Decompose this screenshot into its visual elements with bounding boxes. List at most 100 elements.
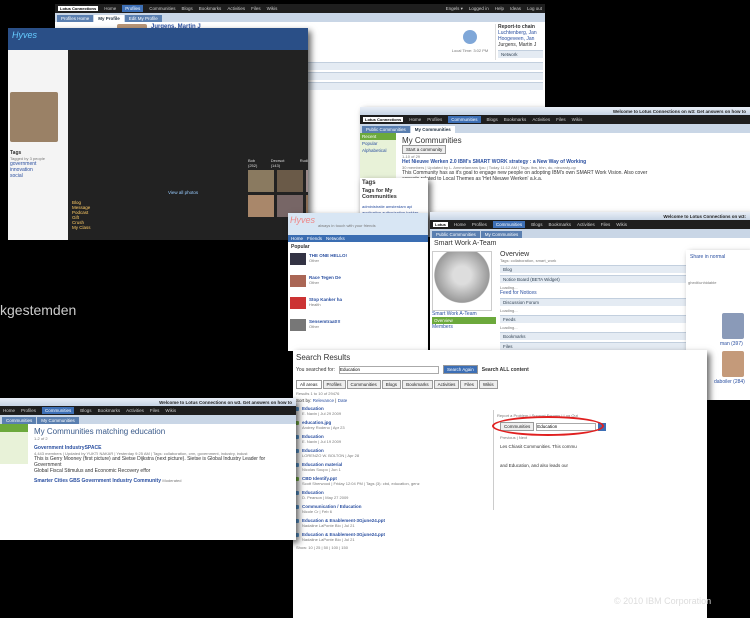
search-result[interactable]: Education E. Navin | Jul 19 2009 xyxy=(293,433,493,445)
hyves-list-item[interactable]: Race Tegen De Other xyxy=(288,274,428,288)
c-nav-files[interactable]: Files xyxy=(556,117,566,122)
s-nav-communities[interactable]: Communities xyxy=(492,221,526,228)
view-all-photos[interactable]: View all photos xyxy=(168,190,198,195)
lang-link[interactable]: Engels ▾ xyxy=(446,6,463,12)
search-result[interactable]: Education material Nicolas Soupo | Jun 1 xyxy=(293,461,493,473)
m-nav-wikis[interactable]: Wikis xyxy=(165,408,176,413)
search-tab-communities[interactable]: Communities xyxy=(346,380,381,389)
m-tab-my[interactable]: My Communities xyxy=(37,417,79,424)
hyves-nav-networks[interactable]: Networks xyxy=(326,236,345,241)
m-nav-activities[interactable]: Activities xyxy=(126,408,144,413)
side-recent[interactable]: Recent xyxy=(360,133,396,140)
hyves-nav-friends[interactable]: Friends xyxy=(307,236,322,241)
search-result[interactable]: Education & Enablement-3Gjune24.ppt Nadal… xyxy=(293,531,493,543)
ideas-link[interactable]: Ideas xyxy=(510,6,521,11)
tag-cloud-item[interactable]: api xyxy=(407,204,412,209)
c-nav-wikis[interactable]: Wikis xyxy=(572,117,583,122)
start-community-button[interactable]: Start a community xyxy=(402,145,447,154)
entry2-badge: Moderated xyxy=(162,478,182,483)
hyves-list-item[interactable]: Stop Kanker ha Health xyxy=(288,296,428,310)
nav-files[interactable]: Files xyxy=(251,6,261,11)
s-tab-public[interactable]: Public Communities xyxy=(432,231,480,238)
hyves-list-item[interactable]: THE ONE HELLO! Other xyxy=(288,252,428,266)
s-tab-my[interactable]: My Communities xyxy=(480,231,523,238)
search-again-button[interactable]: Search Again xyxy=(443,365,478,374)
mycomm-side-active[interactable] xyxy=(0,424,28,432)
tag-cloud-item[interactable]: amsterdam xyxy=(386,204,407,209)
search-pager[interactable]: Show: 10 | 25 | 50 | 100 | 150 xyxy=(296,545,704,550)
side-alphabetical[interactable]: Alphabetical xyxy=(360,147,396,154)
search-tab-blogs[interactable]: Blogs xyxy=(381,380,402,389)
nav-bookmarks[interactable]: Bookmarks xyxy=(199,6,222,11)
m-tab-communities[interactable]: Communities xyxy=(2,417,37,424)
people-share[interactable]: Share in normal xyxy=(690,254,746,260)
search-tab-activities[interactable]: Activities xyxy=(433,380,460,389)
entry2-title[interactable]: Smarter Cities GBS Government Industry C… xyxy=(34,478,161,484)
nav-activities[interactable]: Activities xyxy=(227,6,245,11)
c-nav-activities[interactable]: Activities xyxy=(532,117,550,122)
nav-wikis[interactable]: Wikis xyxy=(267,6,278,11)
person-name-0[interactable]: man (397) xyxy=(720,341,750,347)
s-nav-files[interactable]: Files xyxy=(601,222,611,227)
sort-relevance[interactable]: Relevance xyxy=(313,398,334,403)
search-result[interactable]: Education & Enablement-3Gjune24.ppt Nadal… xyxy=(293,517,493,529)
logout-link[interactable]: Log out xyxy=(527,6,542,11)
tab-my-profile[interactable]: My Profile xyxy=(94,15,124,22)
nav-blogs[interactable]: Blogs xyxy=(182,6,193,11)
hyves-list-item[interactable]: Sensemtraat!!! Other xyxy=(288,318,428,332)
search-tab-files[interactable]: Files xyxy=(460,380,478,389)
sort-date[interactable]: Date xyxy=(338,398,348,403)
search-query-input[interactable] xyxy=(339,365,440,374)
person-name-1[interactable]: daboiler (284) xyxy=(714,379,750,385)
m-nav-bookmarks[interactable]: Bookmarks xyxy=(98,408,121,413)
left-nav-2[interactable]: Members xyxy=(432,324,496,330)
c-nav-bookmarks[interactable]: Bookmarks xyxy=(504,117,527,122)
tab-profiles-home[interactable]: Profiles Home xyxy=(57,15,94,22)
m-nav-home[interactable]: Home xyxy=(3,408,15,413)
s-nav-home[interactable]: Home xyxy=(454,222,466,227)
left-nav-1[interactable]: Overview xyxy=(432,317,496,324)
search-result[interactable]: Education LORENZO W. BOLTON | Apr 28 xyxy=(293,447,493,459)
photo-thumb-3[interactable] xyxy=(248,195,274,217)
search-result[interactable]: education.jpg Andrey Rodeno | Apr 23 xyxy=(293,419,493,431)
c-nav-profiles[interactable]: Profiles xyxy=(427,117,442,122)
prev-next[interactable]: Previous | Next xyxy=(500,435,701,440)
m-nav-files[interactable]: Files xyxy=(150,408,160,413)
search-tab-all[interactable]: All areas xyxy=(296,380,322,389)
nav-profiles[interactable]: Profiles xyxy=(122,5,144,12)
search-result[interactable]: Education E. Navin | Jul 29 2009 xyxy=(293,405,493,417)
m-nav-profiles[interactable]: Profiles xyxy=(21,408,36,413)
search-tab-wikis[interactable]: Wikis xyxy=(478,380,498,389)
search-all-content[interactable]: Search ALL content xyxy=(482,367,529,373)
tag-cloud-item[interactable]: administratie xyxy=(362,204,386,209)
side-popular[interactable]: Popular xyxy=(360,140,396,147)
s-nav-wikis[interactable]: Wikis xyxy=(616,222,627,227)
hyves-nav-home[interactable]: Home xyxy=(291,236,303,241)
photo-thumb-1[interactable] xyxy=(277,170,303,192)
tag-row-2[interactable]: social xyxy=(10,173,66,179)
nav-communities[interactable]: Communities xyxy=(149,6,175,11)
s-nav-bookmarks[interactable]: Bookmarks xyxy=(548,222,571,227)
tab-my-communities[interactable]: My Communities xyxy=(410,126,455,133)
nav-home[interactable]: Home xyxy=(104,6,116,11)
help-link[interactable]: Help xyxy=(495,6,504,11)
s-nav-blogs[interactable]: Blogs xyxy=(531,222,542,227)
search-result[interactable]: Education D. Pearson | May 27 2009 xyxy=(293,489,493,501)
network-section[interactable]: Network xyxy=(498,50,543,58)
c-nav-blogs[interactable]: Blogs xyxy=(487,117,498,122)
c-nav-communities[interactable]: Communities xyxy=(448,116,481,123)
search-result[interactable]: Communication / Education Nicole Cr | Feb… xyxy=(293,503,493,515)
side-nav-5[interactable]: My Class xyxy=(72,225,91,230)
search-tab-profiles[interactable]: Profiles xyxy=(322,380,346,389)
m-nav-blogs[interactable]: Blogs xyxy=(80,408,91,413)
s-nav-profiles[interactable]: Profiles xyxy=(472,222,487,227)
search-tab-bookmarks[interactable]: Bookmarks xyxy=(402,380,433,389)
tab-edit-profile[interactable]: Edit My Profile xyxy=(124,15,162,22)
s-nav-activities[interactable]: Activities xyxy=(577,222,595,227)
photo-thumb-2[interactable] xyxy=(306,170,308,192)
m-nav-communities[interactable]: Communities xyxy=(42,407,75,414)
photo-thumb-0[interactable] xyxy=(248,170,274,192)
c-nav-home[interactable]: Home xyxy=(409,117,421,122)
tab-public-communities[interactable]: Public Communities xyxy=(362,126,410,133)
search-result[interactable]: CBD Identify.ppt Scott Sherwood | Friday … xyxy=(293,475,493,487)
